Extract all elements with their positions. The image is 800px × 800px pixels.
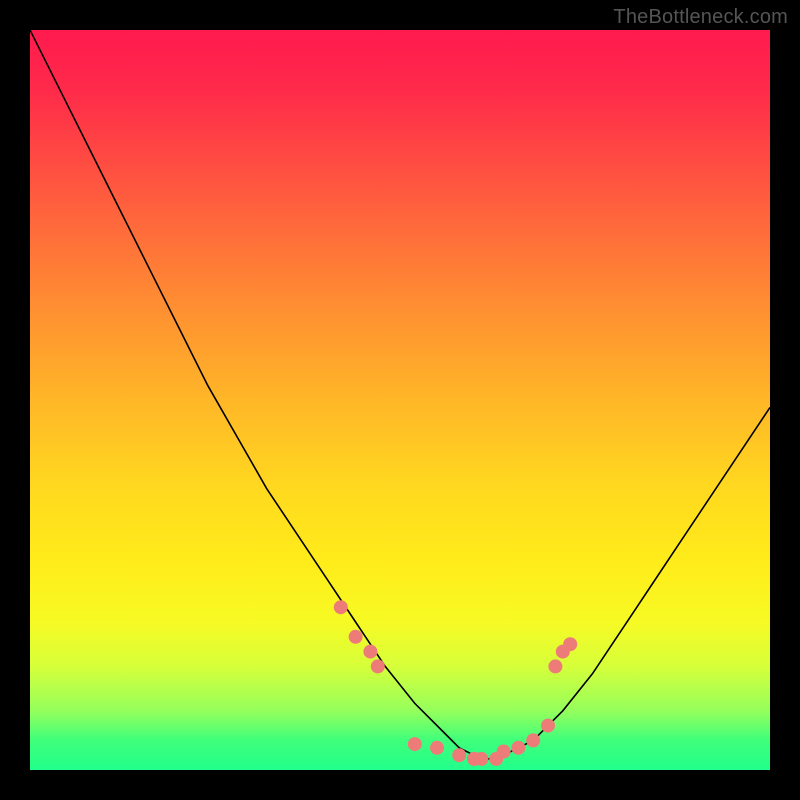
highlight-dot: [349, 630, 363, 644]
highlight-dot: [563, 637, 577, 651]
highlight-dot: [497, 745, 511, 759]
highlight-dot: [526, 733, 540, 747]
highlight-dot: [408, 737, 422, 751]
highlight-dot: [548, 659, 562, 673]
highlight-dot: [363, 645, 377, 659]
highlight-dot: [371, 659, 385, 673]
highlight-dot: [452, 748, 466, 762]
curve-svg: [30, 30, 770, 770]
highlight-dot: [474, 752, 488, 766]
highlight-dot: [511, 741, 525, 755]
highlight-dot: [541, 719, 555, 733]
highlight-dots: [334, 600, 577, 766]
plot-area: [30, 30, 770, 770]
highlight-dot: [430, 741, 444, 755]
bottleneck-curve: [30, 30, 770, 759]
watermark-text: TheBottleneck.com: [613, 6, 788, 29]
highlight-dot: [334, 600, 348, 614]
